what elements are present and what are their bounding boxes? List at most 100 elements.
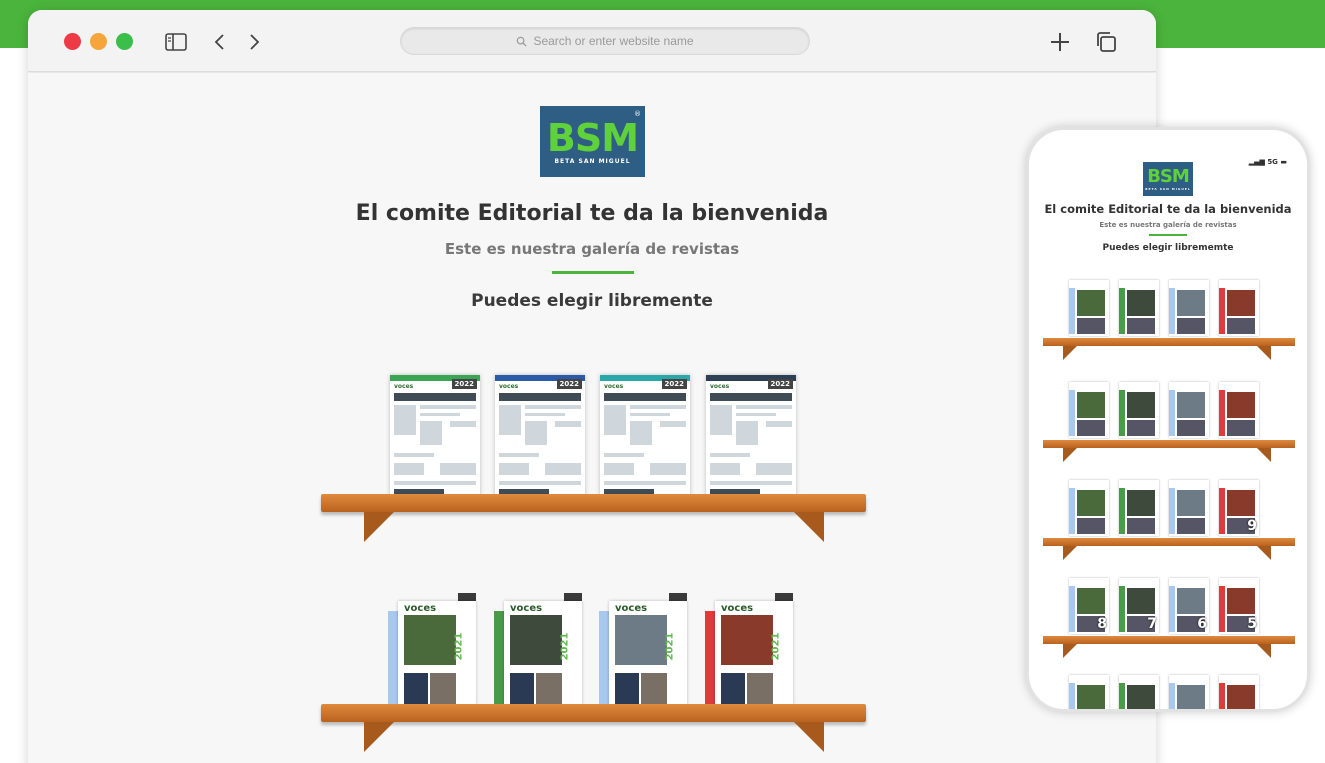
phone-magazine-thumb	[1227, 318, 1255, 334]
magazine-2022-4[interactable]: 2022 voces	[706, 375, 796, 503]
phone-magazine[interactable]	[1169, 480, 1209, 536]
phone-magazine[interactable]	[1069, 280, 1109, 336]
shelf-plank-top	[321, 494, 866, 512]
magazine-year: 2021	[664, 632, 676, 661]
magazine-year: 2022	[556, 379, 582, 389]
plus-icon[interactable]	[1048, 30, 1072, 54]
phone-magazine[interactable]	[1119, 382, 1159, 438]
minimize-window-button[interactable]	[90, 33, 107, 50]
battery-icon: ▬	[1280, 158, 1287, 166]
tabs-overview-icon[interactable]	[1094, 30, 1118, 54]
phone-logo-letters: BSM	[1147, 166, 1190, 187]
magazine-2021-4[interactable]: voces 2021	[705, 593, 801, 713]
shelf-bracket-left	[364, 722, 394, 752]
magazine-2022-3[interactable]: 2022 voces	[600, 375, 690, 503]
phone-shelf-bracket-left	[1063, 346, 1077, 360]
phone-magazine[interactable]: 9	[1219, 480, 1259, 536]
magazine-content-block	[756, 463, 792, 475]
url-placeholder: Search or enter website name	[533, 34, 694, 48]
magazine-content-block	[394, 405, 416, 435]
bsm-logo[interactable]: BSM BETA SAN MIGUEL ®	[540, 106, 645, 177]
phone-magazine[interactable]	[1069, 675, 1109, 709]
phone-magazine-photo	[1127, 685, 1155, 709]
phone-shelf-bracket-right	[1257, 346, 1271, 360]
magazine-2022-2[interactable]: 2022 voces	[495, 375, 585, 503]
magazine-content-block	[394, 463, 424, 475]
magazine-content-block	[604, 405, 626, 435]
magazine-cover-page: voces 2021	[715, 601, 793, 711]
magazine-content-block	[736, 413, 776, 416]
phone-magazine-thumb	[1177, 318, 1205, 334]
phone-magazine[interactable]	[1119, 675, 1159, 709]
magazine-brand: voces	[721, 603, 754, 614]
signal-icon: ▂▄▆	[1248, 158, 1265, 166]
phone-shelf-bracket-right	[1257, 546, 1271, 560]
phone-magazine[interactable]	[1069, 480, 1109, 536]
phone-magazine[interactable]	[1169, 280, 1209, 336]
magazine-content-block	[525, 405, 581, 409]
phone-magazine-spine	[1119, 390, 1125, 436]
phone-magazine-spine	[1219, 390, 1225, 436]
logo-registered-mark: ®	[634, 110, 641, 118]
magazine-content-block	[499, 453, 539, 457]
phone-magazine-spine	[1069, 390, 1075, 436]
phone-magazine-photo	[1177, 588, 1205, 614]
shelf-plank-bottom	[321, 704, 866, 722]
phone-magazine[interactable]	[1119, 280, 1159, 336]
phone-magazine[interactable]	[1219, 280, 1259, 336]
magazine-content-block	[604, 481, 686, 485]
phone-magazine-spine	[1119, 288, 1125, 334]
phone-shelf-bracket-right	[1257, 644, 1271, 658]
magazine-content-block	[525, 413, 565, 416]
phone-magazine[interactable]	[1219, 382, 1259, 438]
magazine-2021-3[interactable]: voces 2021	[599, 593, 695, 713]
magazine-content-block	[630, 405, 686, 409]
phone-magazine[interactable]	[1069, 382, 1109, 438]
magazine-2021-2[interactable]: voces 2021	[494, 593, 590, 713]
browser-toolbar: Search or enter website name	[28, 10, 1156, 72]
magazine-brand: voces	[394, 383, 414, 390]
phone-magazine-spine	[1069, 288, 1075, 334]
forward-chevron-icon[interactable]	[242, 30, 266, 54]
magazine-cover-page: voces 2021	[504, 601, 582, 711]
magazine-brand: voces	[510, 603, 543, 614]
phone-magazine-spine	[1169, 586, 1175, 632]
phone-magazine[interactable]	[1169, 675, 1209, 709]
phone-magazine-thumb	[1127, 420, 1155, 436]
phone-magazine[interactable]: 7	[1119, 578, 1159, 634]
phone-magazine-photo	[1077, 392, 1105, 418]
phone-magazine-number: 7	[1147, 616, 1157, 632]
shelf-bracket-left	[364, 512, 394, 542]
phone-magazine-thumb	[1127, 518, 1155, 534]
phone-magazine-spine	[1069, 683, 1075, 709]
phone-magazine-thumb	[1127, 318, 1155, 334]
phone-magazine-thumb	[1077, 318, 1105, 334]
phone-shelf-bracket-left	[1063, 546, 1077, 560]
phone-page-cta: Puedes elegir librememte	[1102, 243, 1234, 253]
phone-mockup: ▂▄▆ 5G ▬ BSM BETA SAN MIGUEL El comite E…	[1026, 127, 1310, 712]
magazine-brand: voces	[604, 383, 624, 390]
sidebar-icon[interactable]	[164, 30, 188, 54]
back-chevron-icon[interactable]	[208, 30, 232, 54]
network-label: 5G	[1267, 158, 1278, 166]
phone-magazine[interactable]	[1169, 382, 1209, 438]
close-window-button[interactable]	[64, 33, 81, 50]
magazine-2022-1[interactable]: 2022 voces	[390, 375, 480, 503]
phone-magazine[interactable]: 5	[1219, 578, 1259, 634]
phone-logo-subtitle: BETA SAN MIGUEL	[1145, 187, 1191, 191]
phone-page-title: El comite Editorial te da la bienvenida	[1044, 202, 1292, 216]
maximize-window-button[interactable]	[116, 33, 133, 50]
phone-bsm-logo[interactable]: BSM BETA SAN MIGUEL	[1143, 162, 1193, 196]
phone-magazine[interactable]: 6	[1169, 578, 1209, 634]
phone-magazine[interactable]: 8	[1069, 578, 1109, 634]
magazine-brand: voces	[404, 603, 437, 614]
magazine-thumb-photo	[641, 673, 667, 707]
logo-letters: BSM	[546, 116, 639, 160]
magazine-2021-1[interactable]: voces 2021	[388, 593, 484, 713]
phone-magazine[interactable]	[1119, 480, 1159, 536]
phone-magazine[interactable]	[1219, 675, 1259, 709]
url-bar[interactable]: Search or enter website name	[400, 27, 810, 55]
phone-magazine-photo	[1177, 392, 1205, 418]
phone-magazine-thumb	[1077, 518, 1105, 534]
magazine-content-block	[499, 393, 581, 401]
